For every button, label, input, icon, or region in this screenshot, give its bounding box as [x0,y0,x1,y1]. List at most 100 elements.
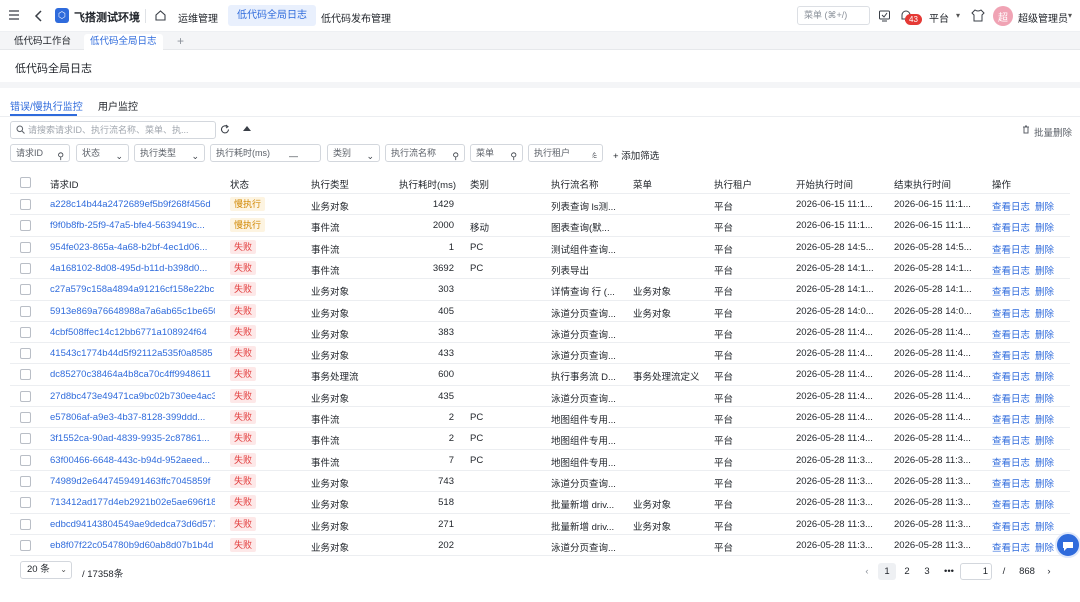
view-log-link[interactable]: 查看日志 [992,540,1030,554]
row-checkbox[interactable] [20,369,31,381]
view-log-link[interactable]: 查看日志 [992,263,1030,277]
chevron-down-icon[interactable]: ▾ [1068,11,1072,20]
view-log-link[interactable]: 查看日志 [992,220,1030,234]
view-log-link[interactable]: 查看日志 [992,433,1030,447]
request-id-link[interactable]: 4cbf508ffec14c12bb6771a108924f64 [50,327,215,338]
view-log-link[interactable]: 查看日志 [992,327,1030,341]
row-checkbox[interactable] [20,326,31,338]
user-name[interactable]: 超级管理员 [1018,10,1068,25]
page-3[interactable]: 3 [918,563,936,580]
request-id-link[interactable]: 3f1552ca-90ad-4839-9935-2c87861... [50,433,215,444]
view-log-link[interactable]: 查看日志 [992,284,1030,298]
row-checkbox[interactable] [20,241,31,253]
help-chat-icon[interactable] [1055,532,1080,558]
row-checkbox[interactable] [20,305,31,317]
filter-menu[interactable]: 菜单 ⚲ [470,144,523,162]
request-id-link[interactable]: 5913e869a76648988a7a6ab65c1be650 [50,306,215,317]
view-log-link[interactable]: 查看日志 [992,391,1030,405]
delete-link[interactable]: 删除 [1035,433,1054,447]
row-checkbox[interactable] [20,199,31,210]
page-size-select[interactable]: 20 条 ⌄ [20,561,72,579]
prev-page-button[interactable]: ‹ [860,563,874,580]
ticket-icon[interactable] [878,9,891,22]
delete-link[interactable]: 删除 [1035,242,1054,256]
view-log-link[interactable]: 查看日志 [992,519,1030,533]
tab-user-monitor[interactable]: 用户监控 [98,98,138,113]
view-log-link[interactable]: 查看日志 [992,348,1030,362]
view-log-link[interactable]: 查看日志 [992,412,1030,426]
chevron-down-icon[interactable]: ▾ [956,11,960,20]
delete-link[interactable]: 删除 [1035,348,1054,362]
row-checkbox[interactable] [20,220,31,232]
delete-link[interactable]: 删除 [1035,412,1054,426]
request-id-link[interactable]: 954fe023-865a-4a68-b2bf-4ec1d06... [50,242,215,253]
view-log-link[interactable]: 查看日志 [992,476,1030,490]
request-id-link[interactable]: c27a579c158a4894a91216cf158e22bc [50,284,215,295]
request-id-link[interactable]: edbcd94143804549ae9dedca73d6d577 [50,519,215,530]
add-filter-button[interactable]: + 添加筛选 [613,148,659,162]
row-checkbox[interactable] [20,497,31,509]
row-checkbox[interactable] [20,433,31,445]
last-page[interactable]: 868 [1014,563,1040,580]
request-id-link[interactable]: 713412ad177d4eb2921b02e5ae696f18 [50,497,215,508]
request-id-link[interactable]: eb8f07f22c054780b9d60ab8d07b1b4d [50,540,215,551]
delete-link[interactable]: 删除 [1035,199,1054,213]
request-id-link[interactable]: f9f0b8fb-25f9-47a5-bfe4-5639419c... [50,220,215,231]
tab-lowcode-workbench[interactable]: 低代码工作台 [8,34,77,50]
more-pages[interactable]: ••• [939,563,959,580]
row-checkbox[interactable] [20,454,31,466]
search-input[interactable]: 请搜索请求ID、执行流名称、菜单、执... [10,121,216,139]
row-checkbox[interactable] [20,539,31,551]
delete-link[interactable]: 删除 [1035,327,1054,341]
request-id-link[interactable]: 27d8bc473e49471ca9bc02b730ee4ac3 [50,391,215,402]
row-checkbox[interactable] [20,284,31,296]
filter-flow-name[interactable]: 执行流名称 ⚲ [385,144,465,162]
theme-shirt-icon[interactable] [971,9,985,22]
delete-link[interactable]: 删除 [1035,391,1054,405]
row-checkbox[interactable] [20,348,31,360]
nav-lowcode-global-log[interactable]: 低代码全局日志 [228,5,316,26]
delete-link[interactable]: 删除 [1035,263,1054,277]
request-id-link[interactable]: dc85270c38464a4b8ca70c4ff9948611 [50,369,215,380]
collapse-filters-icon[interactable] [243,126,251,131]
delete-link[interactable]: 删除 [1035,540,1054,554]
refresh-icon[interactable] [220,124,230,135]
menu-icon[interactable] [8,9,20,21]
filter-tenant[interactable]: 执行租户 ⩯ [528,144,603,162]
delete-link[interactable]: 删除 [1035,519,1054,533]
row-checkbox[interactable] [20,475,31,487]
delete-link[interactable]: 删除 [1035,284,1054,298]
view-log-link[interactable]: 查看日志 [992,455,1030,469]
platform-selector[interactable]: 平台 [929,10,949,25]
next-page-button[interactable]: › [1042,563,1056,580]
request-id-link[interactable]: a228c14b44a2472689ef5b9f268f456d [50,199,215,210]
request-id-link[interactable]: 63f00466-6648-443c-b94d-952aeed... [50,455,215,466]
filter-exec-duration[interactable]: 执行耗时(ms) — [210,144,321,162]
view-log-link[interactable]: 查看日志 [992,369,1030,383]
delete-link[interactable]: 删除 [1035,476,1054,490]
request-id-link[interactable]: 4a168102-8d08-495d-b11d-b398d0... [50,263,215,274]
request-id-link[interactable]: 41543c1774b44d5f92112a535f0a8585 [50,348,215,359]
menu-search-input[interactable]: 菜单 (⌘+/) [797,6,870,25]
filter-status[interactable]: 状态 ⌄ [76,144,129,162]
back-arrow-icon[interactable] [33,9,45,23]
select-all-checkbox[interactable] [20,177,31,188]
batch-delete-button[interactable]: 批量删除 [1034,125,1072,139]
row-checkbox[interactable] [20,412,31,423]
row-checkbox[interactable] [20,390,31,402]
view-log-link[interactable]: 查看日志 [992,497,1030,511]
filter-category[interactable]: 类别 ⌄ [327,144,380,162]
home-icon[interactable] [154,9,167,22]
page-jump-input[interactable]: 1 [960,563,992,580]
nav-lowcode-release[interactable]: 低代码发布管理 [321,10,391,25]
tab-lowcode-global-log[interactable]: 低代码全局日志 [84,34,163,50]
view-log-link[interactable]: 查看日志 [992,199,1030,213]
avatar[interactable]: 超 [993,6,1013,26]
filter-request-id[interactable]: 请求ID ⚲ [10,144,70,162]
view-log-link[interactable]: 查看日志 [992,242,1030,256]
row-checkbox[interactable] [20,262,31,274]
add-tab-icon[interactable]: + [171,34,190,50]
view-log-link[interactable]: 查看日志 [992,306,1030,320]
page-1[interactable]: 1 [878,563,896,580]
nav-ops-management[interactable]: 运维管理 [178,10,218,25]
